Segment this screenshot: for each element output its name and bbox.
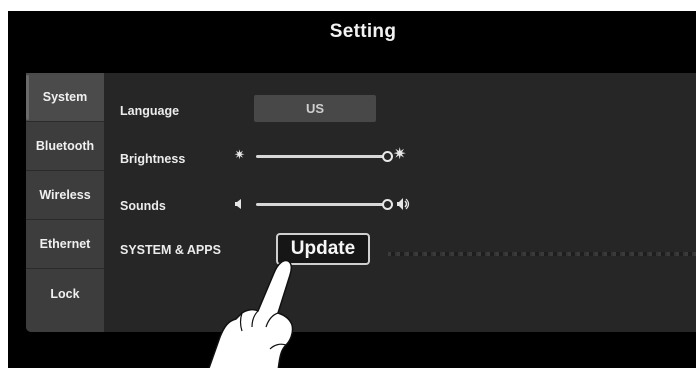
settings-screen: Setting System Bluetooth Wireless Ethern… — [8, 11, 696, 368]
tab-bluetooth-label: Bluetooth — [35, 139, 95, 153]
speaker-high-icon — [397, 198, 410, 210]
tab-system-label: System — [42, 90, 88, 104]
sidebar: System Bluetooth Wireless Ethernet Lock — [26, 73, 104, 332]
tab-wireless[interactable]: Wireless — [26, 171, 104, 220]
tab-lock-label: Lock — [50, 286, 80, 301]
page-title: Setting — [329, 21, 397, 42]
tab-ethernet-label: Ethernet — [39, 237, 91, 251]
tab-system[interactable]: System — [26, 73, 104, 122]
settings-panel: System Bluetooth Wireless Ethernet Lock … — [26, 73, 696, 332]
sun-large-icon: ✷ — [393, 146, 407, 163]
brightness-label: Brightness — [120, 152, 186, 166]
language-label: Language — [120, 104, 180, 118]
brightness-slider[interactable] — [256, 155, 386, 158]
language-select[interactable]: US — [254, 95, 376, 122]
sounds-slider-knob[interactable] — [382, 199, 393, 210]
sun-small-icon: ✷ — [234, 147, 245, 162]
sounds-label: Sounds — [120, 199, 166, 213]
tab-lock[interactable]: Lock — [26, 269, 104, 318]
speaker-low-icon — [235, 199, 241, 209]
brightness-slider-knob[interactable] — [382, 151, 393, 162]
tab-wireless-label: Wireless — [39, 188, 91, 202]
tab-ethernet[interactable]: Ethernet — [26, 220, 104, 269]
language-value: US — [305, 101, 325, 116]
tab-bluetooth[interactable]: Bluetooth — [26, 122, 104, 171]
sounds-slider[interactable] — [256, 203, 386, 206]
screen-noise — [388, 252, 696, 256]
pointing-hand-icon — [208, 259, 294, 368]
